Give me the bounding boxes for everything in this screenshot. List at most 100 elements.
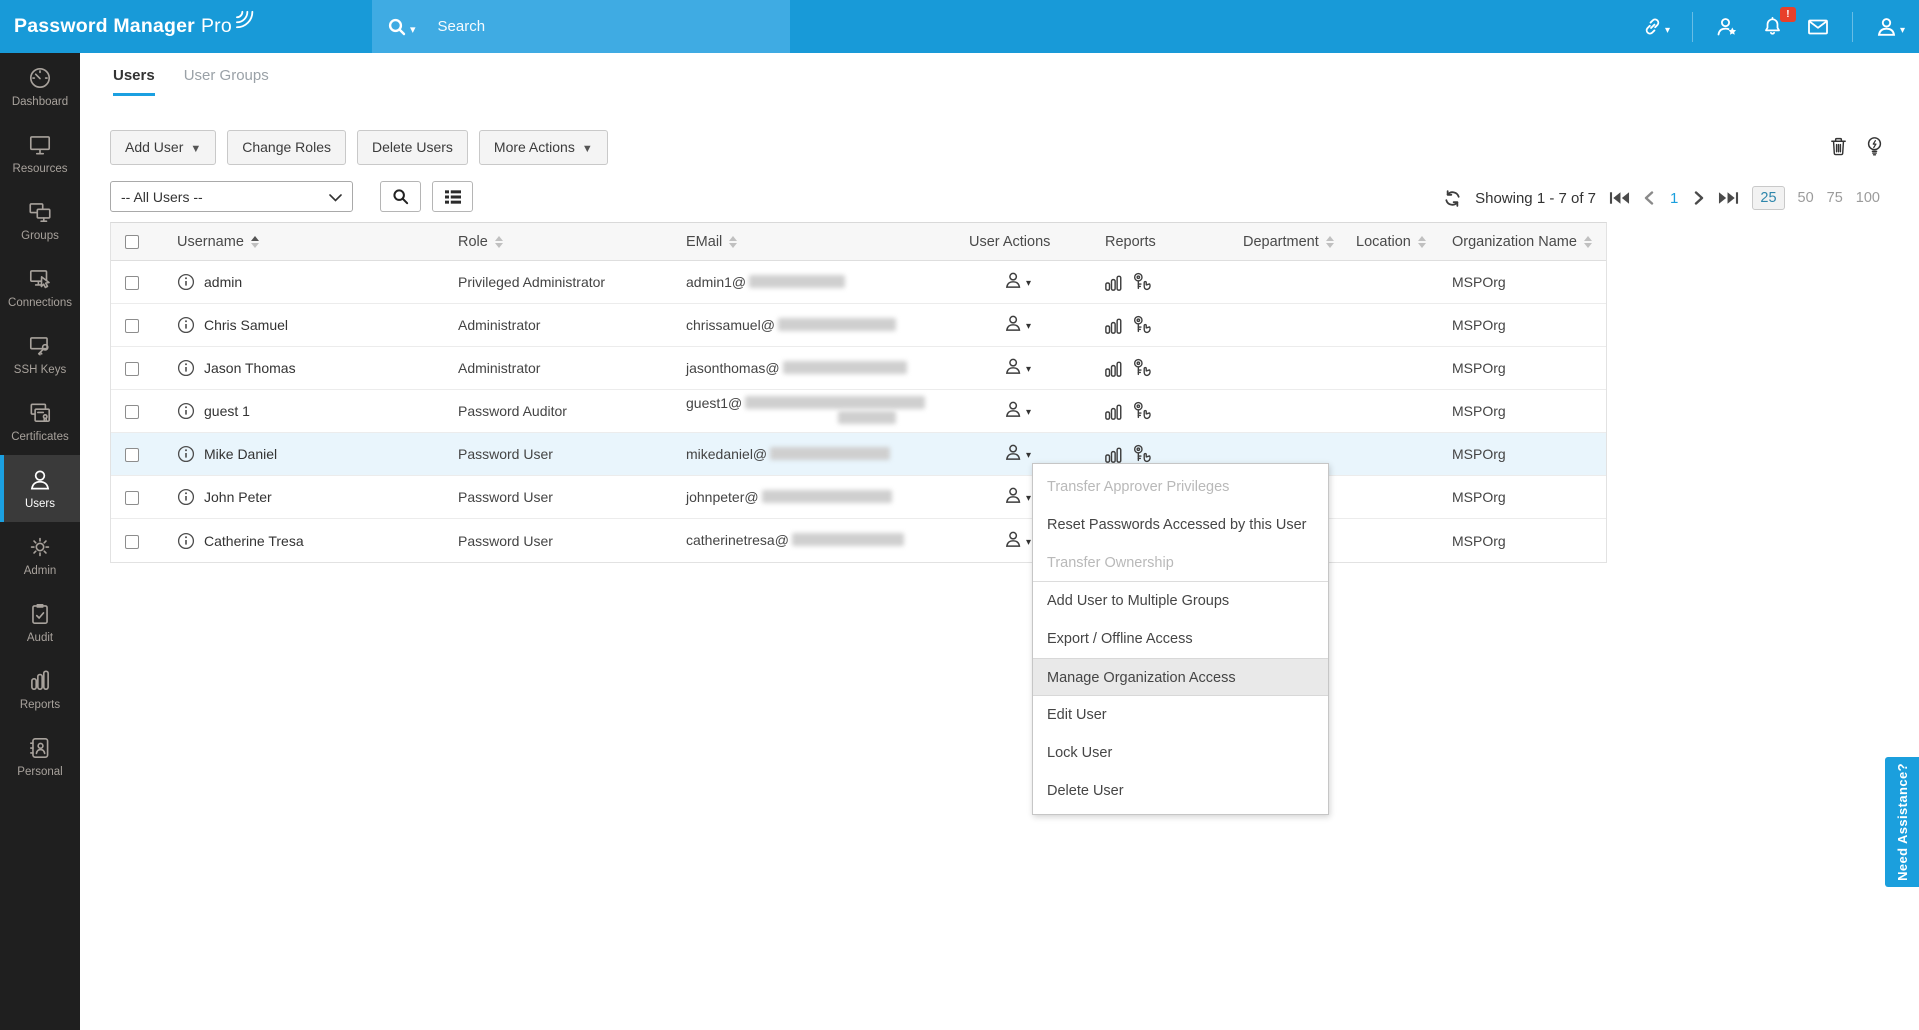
sidebar-item-ssh-keys[interactable]: SSH Keys [0, 321, 80, 388]
user-report-chart-icon[interactable] [1103, 444, 1124, 465]
org-name-text: MSPOrg [1452, 317, 1506, 333]
previous-page-icon[interactable] [1643, 191, 1654, 205]
global-search-input[interactable]: ▾ Search [372, 0, 790, 53]
user-report-chart-icon[interactable] [1103, 272, 1124, 293]
help-bulb-icon[interactable] [1864, 135, 1885, 157]
user-report-chart-icon[interactable] [1103, 358, 1124, 379]
password-access-report-icon[interactable] [1130, 314, 1154, 336]
info-icon[interactable] [177, 359, 195, 377]
info-icon[interactable] [177, 402, 195, 420]
user-actions-dropdown[interactable]: ▾ [1003, 356, 1031, 377]
sidebar-item-groups[interactable]: Groups [0, 187, 80, 254]
table-row-john-peter[interactable]: John Peter Password User johnpeter@ ▾ MS… [111, 476, 1606, 519]
user-actions-dropdown[interactable]: ▾ [1003, 399, 1031, 420]
user-favorites-icon[interactable] [1715, 15, 1739, 39]
resources-icon [29, 136, 51, 155]
column-header-location[interactable]: Location [1356, 234, 1450, 250]
info-icon[interactable] [177, 273, 195, 291]
column-header-username[interactable]: Username [163, 234, 456, 250]
row-checkbox[interactable] [125, 319, 139, 334]
sidebar-item-admin[interactable]: Admin [0, 522, 80, 589]
column-header-organization-name[interactable]: Organization Name [1452, 234, 1608, 250]
password-access-report-icon[interactable] [1130, 400, 1154, 422]
table-row-chris-samuel[interactable]: Chris Samuel Administrator chrissamuel@ … [111, 304, 1606, 347]
user-actions-dropdown[interactable]: ▾ [1003, 442, 1031, 463]
tab-users[interactable]: Users [113, 67, 155, 96]
info-icon[interactable] [177, 316, 195, 334]
table-row-admin[interactable]: admin Privileged Administrator admin1@ ▾… [111, 261, 1606, 304]
search-scope-caret-icon[interactable]: ▾ [410, 23, 416, 36]
column-chooser-button[interactable] [432, 181, 473, 212]
user-actions-dropdown[interactable]: ▾ [1003, 313, 1031, 334]
sidebar-label: Reports [19, 699, 61, 711]
password-access-report-icon[interactable] [1130, 357, 1154, 379]
chevron-down-icon: ▼ [581, 143, 593, 155]
page-size-75[interactable]: 75 [1827, 190, 1843, 206]
next-page-icon[interactable] [1694, 191, 1705, 205]
menu-item-add-user-to-multiple-groups[interactable]: Add User to Multiple Groups [1033, 582, 1328, 620]
info-icon[interactable] [177, 488, 195, 506]
quick-links-icon[interactable]: ▾ [1641, 15, 1670, 38]
need-assistance-tab[interactable]: Need Assistance? [1885, 757, 1919, 887]
menu-item-lock-user[interactable]: Lock User [1033, 734, 1328, 772]
menu-item-export-offline-access[interactable]: Export / Offline Access [1033, 620, 1328, 658]
table-row-catherine-tresa[interactable]: Catherine Tresa Password User catherinet… [111, 519, 1606, 562]
profile-menu-icon[interactable]: ▾ [1875, 15, 1905, 39]
sidebar-item-connections[interactable]: Connections [0, 254, 80, 321]
select-all-checkbox[interactable] [125, 234, 139, 249]
table-row-guest-1[interactable]: guest 1 Password Auditor guest1@ ▾ MSPOr… [111, 390, 1606, 433]
user-actions-dropdown[interactable]: ▾ [1003, 485, 1031, 506]
row-checkbox[interactable] [125, 405, 139, 420]
list-view-icon [444, 189, 461, 204]
filter-selected-value: -- All Users -- [121, 188, 203, 205]
sidebar-item-users[interactable]: Users [0, 455, 80, 522]
add-user-button[interactable]: Add User ▼ [110, 130, 217, 165]
refresh-icon[interactable] [1443, 189, 1462, 208]
password-access-report-icon[interactable] [1130, 271, 1154, 293]
user-actions-dropdown[interactable]: ▾ [1003, 529, 1031, 550]
info-icon[interactable] [177, 532, 195, 550]
menu-item-edit-user[interactable]: Edit User [1033, 696, 1328, 734]
sidebar-item-resources[interactable]: Resources [0, 120, 80, 187]
sidebar-item-audit[interactable]: Audit [0, 589, 80, 656]
info-icon[interactable] [177, 445, 195, 463]
sidebar-item-dashboard[interactable]: Dashboard [0, 53, 80, 120]
sidebar-item-certificates[interactable]: Certificates [0, 388, 80, 455]
more-actions-button[interactable]: More Actions ▼ [478, 130, 608, 165]
row-checkbox[interactable] [125, 362, 139, 377]
menu-item-delete-user[interactable]: Delete User [1033, 772, 1328, 810]
user-report-chart-icon[interactable] [1103, 401, 1124, 422]
password-access-report-icon[interactable] [1130, 443, 1154, 465]
tab-user-groups[interactable]: User Groups [184, 67, 269, 96]
first-page-icon[interactable] [1609, 191, 1630, 205]
row-checkbox[interactable] [125, 448, 139, 463]
change-roles-button[interactable]: Change Roles [227, 130, 346, 165]
row-checkbox[interactable] [125, 276, 139, 291]
sidebar-item-personal[interactable]: Personal [0, 723, 80, 790]
column-header-email[interactable]: EMail [686, 234, 967, 250]
column-header-role[interactable]: Role [458, 234, 684, 250]
user-report-chart-icon[interactable] [1103, 315, 1124, 336]
row-checkbox[interactable] [125, 534, 139, 549]
last-page-icon[interactable] [1718, 191, 1739, 205]
menu-item-reset-passwords[interactable]: Reset Passwords Accessed by this User [1033, 506, 1328, 544]
column-header-department[interactable]: Department [1243, 234, 1354, 250]
delete-users-button[interactable]: Delete Users [356, 130, 468, 165]
email-text: guest1@ [684, 396, 967, 426]
role-text: Privileged Administrator [458, 274, 606, 290]
page-size-25[interactable]: 25 [1752, 186, 1785, 210]
sidebar-item-reports[interactable]: Reports [0, 656, 80, 723]
page-number[interactable]: 1 [1667, 190, 1681, 207]
page-size-50[interactable]: 50 [1798, 190, 1814, 206]
search-users-button[interactable] [380, 181, 421, 212]
menu-item-manage-organization-access[interactable]: Manage Organization Access [1033, 658, 1328, 696]
user-actions-dropdown[interactable]: ▾ [1003, 270, 1031, 291]
user-filter-select[interactable]: -- All Users -- [110, 181, 353, 212]
trash-icon[interactable] [1828, 135, 1849, 157]
table-row-jason-thomas[interactable]: Jason Thomas Administrator jasonthomas@ … [111, 347, 1606, 390]
table-row-mike-daniel[interactable]: Mike Daniel Password User mikedaniel@ ▾ … [111, 433, 1606, 476]
mail-icon[interactable] [1806, 15, 1830, 39]
page-size-100[interactable]: 100 [1856, 190, 1880, 206]
row-checkbox[interactable] [125, 491, 139, 506]
notifications-bell-icon[interactable]: ! [1761, 7, 1796, 38]
